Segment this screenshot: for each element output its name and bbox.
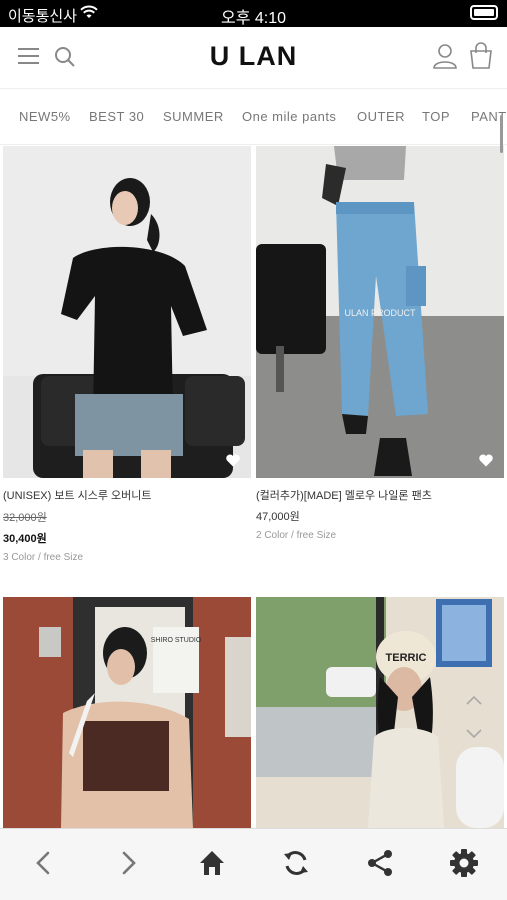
product-card[interactable]: SHIRO STUDIO bbox=[3, 597, 251, 828]
shopping-bag-icon[interactable] bbox=[468, 42, 494, 70]
sale-price: 30,400원 bbox=[3, 533, 47, 545]
user-icon[interactable] bbox=[433, 43, 457, 69]
image-hat-text: TERRIC bbox=[386, 652, 427, 664]
product-image[interactable]: ULAN PRODUCT bbox=[256, 146, 504, 478]
wishlist-heart-icon[interactable] bbox=[225, 452, 241, 468]
scroll-up-icon[interactable] bbox=[465, 694, 483, 706]
brand-logo[interactable]: U LAN bbox=[0, 41, 507, 72]
scroll-down-icon[interactable] bbox=[465, 728, 483, 740]
sale-price: 47,000원 bbox=[256, 511, 300, 523]
product-grid: (UNISEX) 보트 시스루 오버니트 32,000원 30,400원 3 C… bbox=[0, 146, 507, 828]
refresh-icon[interactable] bbox=[280, 847, 312, 879]
image-sign-text: SHIRO STUDIO bbox=[151, 637, 202, 644]
product-options: 3 Color / free Size bbox=[3, 552, 84, 563]
status-bar: 이동통신사 오후 4:10 bbox=[0, 0, 507, 27]
clock: 오후 4:10 bbox=[220, 10, 287, 27]
tab-best[interactable]: BEST 30 bbox=[89, 109, 144, 124]
forward-icon[interactable] bbox=[112, 847, 144, 879]
product-card[interactable]: TERRIC bbox=[256, 597, 504, 828]
tab-one-mile-pants[interactable]: One mile pants bbox=[242, 109, 336, 124]
gear-icon[interactable] bbox=[448, 847, 480, 879]
app-header: U LAN bbox=[0, 27, 507, 89]
tab-top[interactable]: TOP bbox=[422, 109, 450, 124]
wishlist-heart-icon[interactable] bbox=[478, 452, 494, 468]
product-image[interactable]: SHIRO STUDIO bbox=[3, 597, 251, 828]
home-icon[interactable] bbox=[196, 847, 228, 879]
category-tabs: NEW5% BEST 30 SUMMER One mile pants OUTE… bbox=[0, 89, 507, 145]
browser-toolbar bbox=[0, 828, 507, 900]
tab-summer[interactable]: SUMMER bbox=[163, 109, 224, 124]
battery-icon bbox=[470, 5, 498, 20]
product-options: 2 Color / free Size bbox=[256, 530, 337, 541]
scrollbar[interactable] bbox=[500, 115, 503, 153]
back-icon[interactable] bbox=[28, 847, 60, 879]
product-card[interactable]: (UNISEX) 보트 시스루 오버니트 32,000원 30,400원 3 C… bbox=[3, 146, 251, 563]
share-icon[interactable] bbox=[364, 847, 396, 879]
product-name[interactable]: (UNISEX) 보트 시스루 오버니트 bbox=[3, 487, 251, 503]
product-card[interactable]: ULAN PRODUCT (컬러추가)[MADE] 멜로우 나일론 팬츠 47,… bbox=[256, 146, 504, 541]
tab-new[interactable]: NEW5% bbox=[19, 109, 71, 124]
product-image[interactable]: TERRIC bbox=[256, 597, 504, 828]
original-price: 32,000원 bbox=[3, 512, 47, 524]
product-name[interactable]: (컬러추가)[MADE] 멜로우 나일론 팬츠 bbox=[256, 487, 504, 503]
product-image[interactable] bbox=[3, 146, 251, 478]
image-watermark: ULAN PRODUCT bbox=[344, 308, 416, 318]
tab-outer[interactable]: OUTER bbox=[357, 109, 405, 124]
